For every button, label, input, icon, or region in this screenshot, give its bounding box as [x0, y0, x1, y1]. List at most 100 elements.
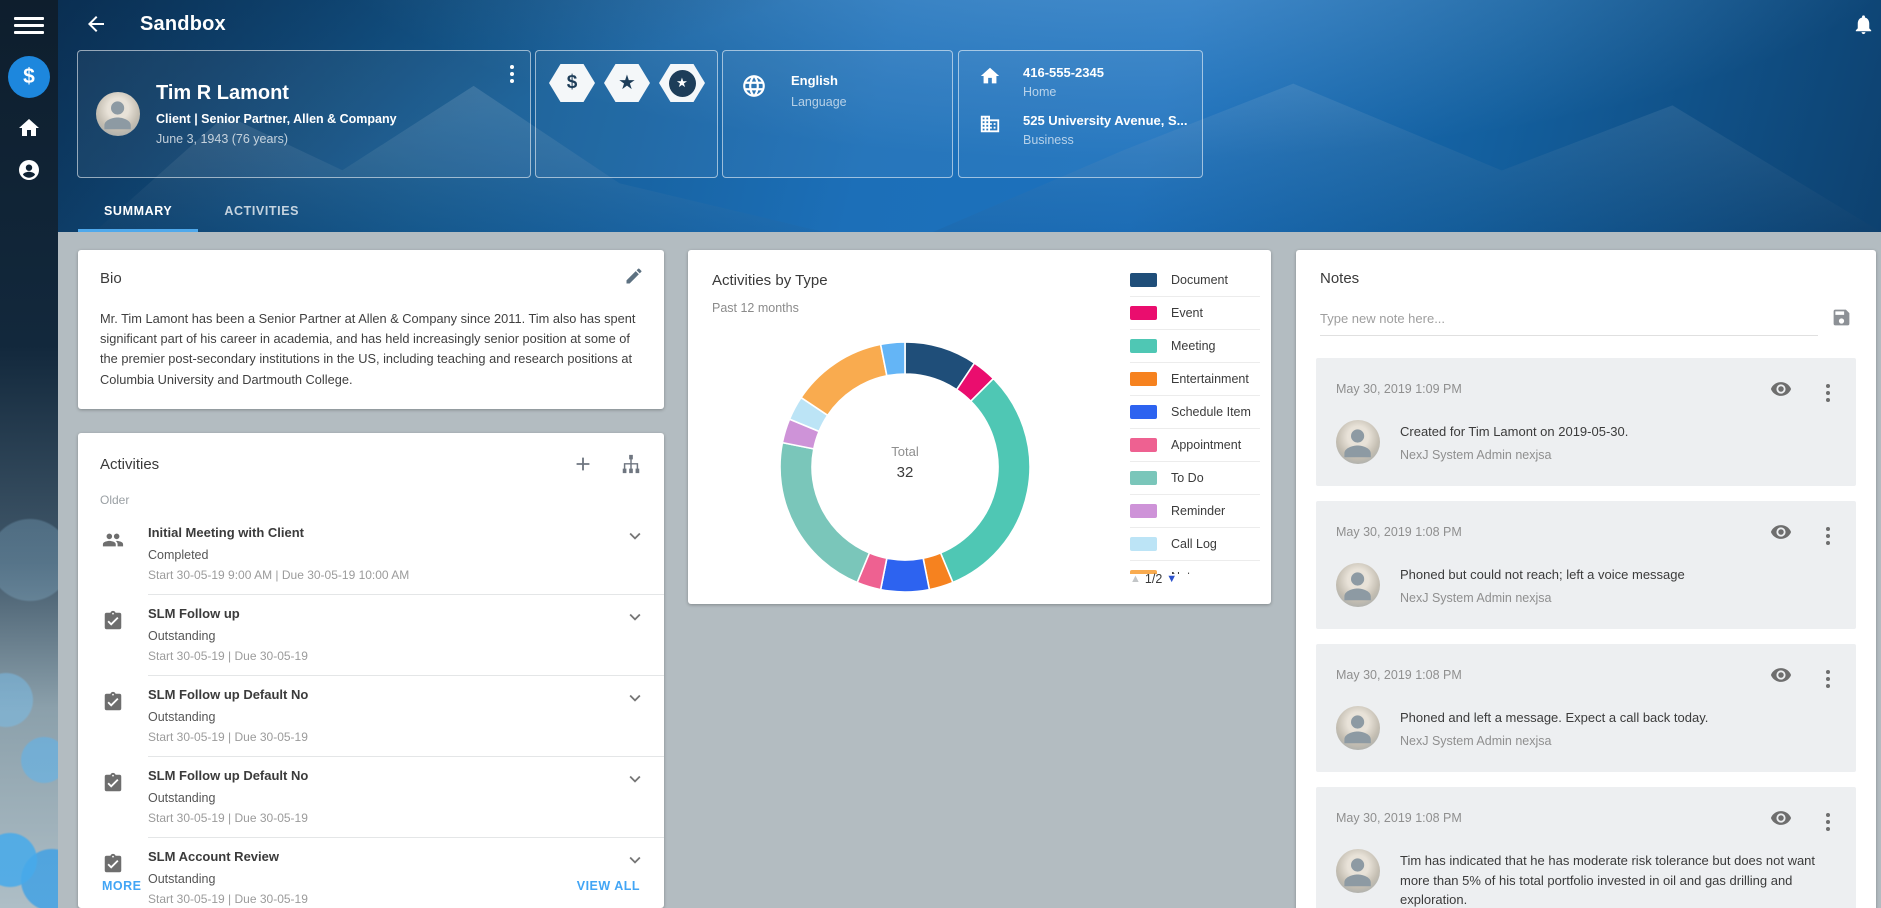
note-menu-icon[interactable]	[1820, 807, 1836, 837]
contact-card: 416-555-2345 Home 525 University Avenue,…	[958, 50, 1203, 178]
phone-number: 416-555-2345	[1023, 65, 1104, 80]
chevron-down-icon[interactable]	[624, 687, 646, 709]
note-item[interactable]: May 30, 2019 1:08 PM Phoned and left a m…	[1316, 644, 1856, 772]
eye-icon[interactable]	[1770, 378, 1792, 400]
eye-icon[interactable]	[1770, 521, 1792, 543]
dollar-hexagon-badge[interactable]: $	[549, 64, 595, 102]
legend-item[interactable]: Meeting	[1130, 330, 1260, 363]
save-icon[interactable]	[1831, 307, 1852, 328]
notes-card: Notes May 30, 2019 1:09 PM Created for T…	[1296, 250, 1876, 908]
legend-page-up-icon[interactable]: ▲	[1130, 573, 1141, 585]
eye-icon[interactable]	[1770, 807, 1792, 829]
chevron-down-icon[interactable]	[624, 768, 646, 790]
legend-item[interactable]: Reminder	[1130, 495, 1260, 528]
back-arrow-icon[interactable]	[84, 12, 108, 36]
phone-label: Home	[1023, 85, 1104, 99]
legend-swatch	[1130, 306, 1157, 320]
legend-label: Call Log	[1171, 537, 1217, 551]
note-menu-icon[interactable]	[1820, 521, 1836, 551]
language-value: English	[791, 73, 847, 88]
note-item[interactable]: May 30, 2019 1:08 PM Tim has indicated t…	[1316, 787, 1856, 908]
phone-row[interactable]: 416-555-2345 Home	[979, 65, 1202, 99]
star-hexagon-badge[interactable]: ★	[604, 64, 650, 102]
legend-item[interactable]: Call Log	[1130, 528, 1260, 561]
address-value: 525 University Avenue, S...	[1023, 113, 1188, 128]
circle-star-hexagon-badge[interactable]: ★	[659, 64, 705, 102]
note-timestamp: May 30, 2019 1:08 PM	[1336, 525, 1836, 539]
account-icon[interactable]	[17, 158, 41, 182]
note-author-avatar	[1336, 563, 1380, 607]
donut-segment-to-do[interactable]	[780, 443, 869, 583]
notes-title: Notes	[1296, 270, 1876, 287]
globe-icon	[741, 73, 767, 99]
chart-legend: Document Event Meeting Entertainment Sch…	[1130, 264, 1260, 574]
note-timestamp: May 30, 2019 1:09 PM	[1336, 382, 1836, 396]
client-name: Tim R Lamont	[156, 82, 397, 105]
legend-page-number: 1/2	[1145, 572, 1162, 586]
legend-label: To Do	[1171, 471, 1204, 485]
language-label: Language	[791, 95, 847, 109]
more-button[interactable]: MORE	[102, 879, 142, 893]
legend-page-down-icon[interactable]: ▼	[1166, 573, 1177, 585]
profile-avatar	[96, 92, 140, 136]
people-icon	[102, 529, 124, 551]
legend-item[interactable]: Document	[1130, 264, 1260, 297]
bio-text: Mr. Tim Lamont has been a Senior Partner…	[100, 309, 642, 390]
donut-segment-note[interactable]	[801, 344, 887, 415]
note-menu-icon[interactable]	[1820, 378, 1836, 408]
new-note-input[interactable]	[1320, 307, 1818, 336]
note-author-avatar	[1336, 849, 1380, 893]
page-title: Sandbox	[140, 13, 226, 36]
tab-summary[interactable]: SUMMARY	[78, 192, 198, 232]
note-timestamp: May 30, 2019 1:08 PM	[1336, 668, 1836, 682]
address-row[interactable]: 525 University Avenue, S... Business	[979, 113, 1202, 147]
legend-label: Document	[1171, 273, 1228, 287]
activity-row[interactable]: SLM Follow up Outstanding Start 30-05-19…	[78, 594, 664, 675]
org-chart-icon[interactable]	[620, 453, 642, 475]
activities-by-type-card: Activities by Type Past 12 months Total …	[688, 250, 1271, 604]
task-icon	[102, 610, 124, 632]
activity-status: Outstanding	[148, 710, 642, 724]
activity-title: SLM Follow up Default No	[148, 687, 642, 702]
tab-activities[interactable]: ACTIVITIES	[198, 192, 325, 232]
building-icon	[979, 113, 1001, 135]
legend-item[interactable]: To Do	[1130, 462, 1260, 495]
chevron-down-icon[interactable]	[624, 525, 646, 547]
activity-title: Initial Meeting with Client	[148, 525, 642, 540]
profile-menu-icon[interactable]	[504, 59, 520, 89]
legend-label: Entertainment	[1171, 372, 1249, 386]
legend-item[interactable]: Entertainment	[1130, 363, 1260, 396]
activity-row[interactable]: SLM Follow up Default No Outstanding Sta…	[78, 675, 664, 756]
note-item[interactable]: May 30, 2019 1:08 PM Phoned but could no…	[1316, 501, 1856, 629]
view-all-button[interactable]: VIEW ALL	[577, 879, 640, 893]
legend-pager: ▲ 1/2 ▼	[1130, 572, 1260, 586]
legend-label: Reminder	[1171, 504, 1225, 518]
note-author-avatar	[1336, 706, 1380, 750]
legend-swatch	[1130, 504, 1157, 518]
bio-card: Bio Mr. Tim Lamont has been a Senior Par…	[78, 250, 664, 409]
donut-chart[interactable]: Total 32	[770, 332, 1040, 602]
activity-dates: Start 30-05-19 | Due 30-05-19	[148, 811, 642, 825]
dollar-brand-icon[interactable]: $	[8, 56, 50, 98]
legend-swatch	[1130, 438, 1157, 452]
legend-item[interactable]: Appointment	[1130, 429, 1260, 462]
legend-item[interactable]: Schedule Item	[1130, 396, 1260, 429]
note-author: NexJ System Admin nexjsa	[1400, 734, 1836, 748]
legend-swatch	[1130, 537, 1157, 551]
activity-row[interactable]: Initial Meeting with Client Completed St…	[78, 513, 664, 594]
chevron-down-icon[interactable]	[624, 606, 646, 628]
home-icon[interactable]	[17, 116, 41, 140]
note-item[interactable]: May 30, 2019 1:09 PM Created for Tim Lam…	[1316, 358, 1856, 486]
donut-segment-schedule-item[interactable]	[881, 558, 930, 592]
add-icon[interactable]	[572, 453, 594, 475]
activities-group-label: Older	[78, 493, 664, 507]
donut-segment-meeting[interactable]	[941, 379, 1030, 583]
activity-row[interactable]: SLM Follow up Default No Outstanding Sta…	[78, 756, 664, 837]
legend-label: Event	[1171, 306, 1203, 320]
legend-item[interactable]: Event	[1130, 297, 1260, 330]
pencil-icon[interactable]	[624, 266, 644, 286]
eye-icon[interactable]	[1770, 664, 1792, 686]
menu-icon[interactable]	[14, 13, 44, 37]
client-birthdate: June 3, 1943 (76 years)	[156, 132, 397, 146]
note-menu-icon[interactable]	[1820, 664, 1836, 694]
